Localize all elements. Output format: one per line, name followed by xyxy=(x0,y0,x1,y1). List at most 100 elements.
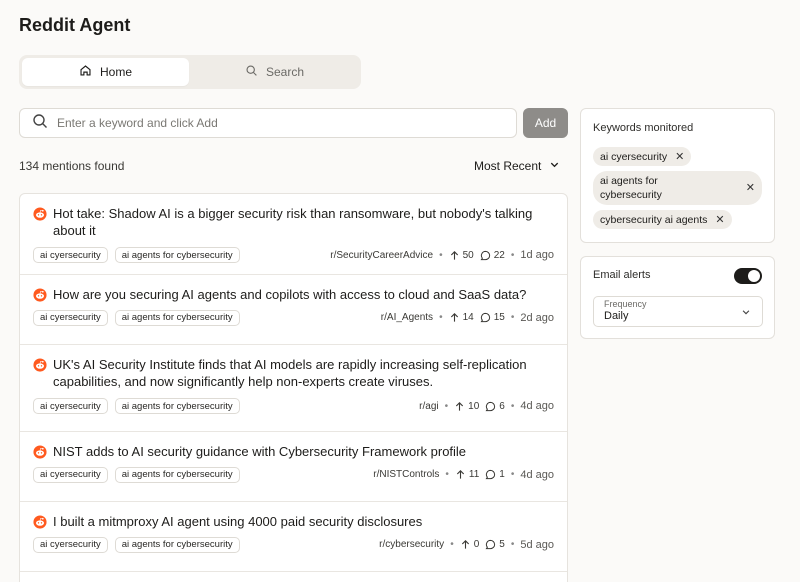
tab-home[interactable]: Home xyxy=(22,58,189,86)
post-header: UK's AI Security Institute finds that AI… xyxy=(33,345,554,390)
post-meta: ai cyersecurity ai agents for cybersecuri… xyxy=(33,309,554,326)
comment-icon xyxy=(480,250,491,261)
mentions-feed: Hot take: Shadow AI is a bigger security… xyxy=(19,193,568,582)
subreddit-link[interactable]: r/agi xyxy=(419,401,438,412)
post-stats: r/agi • 10 6 • 4d ago xyxy=(419,400,554,412)
close-icon[interactable]: ✕ xyxy=(715,213,724,226)
post-meta: ai cyersecurity ai agents for cybersecuri… xyxy=(33,536,554,553)
keyword-input[interactable] xyxy=(57,116,516,130)
keywords-panel: Keywords monitored ai cyersecurity ✕ ai … xyxy=(580,108,775,243)
separator-dot: • xyxy=(510,469,515,480)
comment-value: 15 xyxy=(493,312,505,323)
post-title[interactable]: UK's AI Security Institute finds that AI… xyxy=(53,357,554,390)
keyword-tag: ai cyersecurity xyxy=(33,536,108,553)
keyword-chip-label: ai cyersecurity xyxy=(600,150,668,163)
reddit-icon xyxy=(33,445,47,459)
comment-value: 22 xyxy=(493,249,505,261)
tab-home-label: Home xyxy=(99,65,132,79)
subreddit-link[interactable]: r/NISTControls xyxy=(373,469,439,480)
post-tags: ai cyersecurity ai agents for cybersecuri… xyxy=(33,398,240,414)
arrow-up-icon xyxy=(454,401,465,412)
post-item[interactable]: How are you securing AI agents and copil… xyxy=(20,275,567,345)
post-item[interactable]: NIST adds to AI security guidance with C… xyxy=(20,432,567,502)
keyword-tag: ai agents for cybersecurity xyxy=(114,398,240,414)
tab-search-label: Search xyxy=(265,65,305,79)
close-icon[interactable]: ✕ xyxy=(746,181,755,195)
reddit-icon xyxy=(33,207,47,221)
post-title[interactable]: NIST adds to AI security guidance with C… xyxy=(53,444,466,461)
subreddit-link[interactable]: r/AI_Agents xyxy=(381,312,433,323)
keyword-chip-label: cybersecurity ai agents xyxy=(600,213,708,226)
arrow-up-icon xyxy=(449,312,460,323)
upvote-count: 50 xyxy=(449,250,474,261)
upvote-value: 10 xyxy=(468,400,480,412)
add-keyword-button[interactable]: Add xyxy=(523,108,568,138)
post-item[interactable]: Hot take: Shadow AI is a bigger security… xyxy=(20,194,567,275)
chevron-down-icon xyxy=(549,159,560,173)
nav-tabs: Home Search xyxy=(19,55,361,89)
post-title[interactable]: I built a mitmproxy AI agent using 4000 … xyxy=(53,514,422,531)
post-header: How are you securing AI agents and copil… xyxy=(33,275,554,304)
separator-dot: • xyxy=(450,539,454,550)
keyword-tag: ai agents for cybersecurity xyxy=(114,466,240,483)
post-item[interactable]: I built a mitmproxy AI agent using 4000 … xyxy=(20,502,567,572)
keyword-tag: ai cyersecurity xyxy=(33,247,108,263)
comment-count: 5 xyxy=(485,539,505,550)
upvote-count: 10 xyxy=(454,401,479,412)
post-tags: ai cyersecurity ai agents for cybersecuri… xyxy=(33,247,240,263)
keyword-chip: ai cyersecurity ✕ xyxy=(593,147,692,166)
frequency-select[interactable]: Frequency Daily xyxy=(593,296,763,327)
keyword-tag: ai agents for cybersecurity xyxy=(114,247,240,263)
keyword-tag: ai agents for cybersecurity xyxy=(114,536,240,553)
comment-icon xyxy=(480,312,491,323)
keyword-tag: ai agents for cybersecurity xyxy=(114,309,240,326)
tab-search[interactable]: Search xyxy=(191,58,358,86)
post-meta: ai cyersecurity ai agents for cybersecuri… xyxy=(33,398,554,414)
mentions-count: 134 mentions found xyxy=(19,159,125,173)
post-header: Hot take: Shadow AI is a bigger security… xyxy=(33,206,554,239)
subreddit-link[interactable]: r/cybersecurity xyxy=(379,539,444,550)
separator-dot: • xyxy=(510,400,515,412)
keyword-chip-list: ai cyersecurity ✕ ai agents for cybersec… xyxy=(593,147,762,229)
post-title[interactable]: How are you securing AI agents and copil… xyxy=(53,287,526,304)
arrow-up-icon xyxy=(455,469,466,480)
comment-icon xyxy=(485,469,496,480)
frequency-label: Frequency xyxy=(604,299,647,309)
close-icon[interactable]: ✕ xyxy=(675,150,684,163)
keyword-tag: ai cyersecurity xyxy=(33,466,108,483)
email-alerts-toggle[interactable] xyxy=(734,268,762,284)
post-item[interactable]: UK's AI Security Institute finds that AI… xyxy=(20,345,567,432)
email-alerts-panel: Email alerts Frequency Daily xyxy=(580,256,775,339)
post-meta: ai cyersecurity ai agents for cybersecuri… xyxy=(33,247,554,263)
post-age: 2d ago xyxy=(520,311,554,324)
comment-count: 22 xyxy=(480,250,505,261)
post-title[interactable]: Hot take: Shadow AI is a bigger security… xyxy=(53,206,554,239)
keywords-panel-title: Keywords monitored xyxy=(593,122,694,134)
upvote-count: 11 xyxy=(455,469,479,480)
keyword-tag: ai cyersecurity xyxy=(33,309,108,326)
post-age: 4d ago xyxy=(520,400,554,412)
keyword-chip: cybersecurity ai agents ✕ xyxy=(593,210,732,229)
comment-value: 5 xyxy=(499,539,505,550)
subreddit-link[interactable]: r/SecurityCareerAdvice xyxy=(330,250,433,261)
post-age: 1d ago xyxy=(520,249,554,261)
post-header: I built a mitmproxy AI agent using 4000 … xyxy=(33,502,554,531)
separator-dot: • xyxy=(445,469,449,480)
sort-label: Most Recent xyxy=(474,159,542,173)
keyword-chip-label: ai agents for cybersecurity xyxy=(600,175,662,201)
app-title: Reddit Agent xyxy=(19,15,131,35)
post-age: 4d ago xyxy=(520,468,554,481)
frequency-value: Daily xyxy=(604,310,629,322)
separator-dot: • xyxy=(510,249,515,261)
post-stats: r/cybersecurity • 0 5 • 5d ago xyxy=(379,539,554,551)
reddit-icon xyxy=(33,358,47,372)
post-stats: r/SecurityCareerAdvice • 50 22 • 1d ago xyxy=(330,249,554,261)
keyword-input-box xyxy=(19,108,517,138)
arrow-up-icon xyxy=(449,250,460,261)
keyword-tag: ai cyersecurity xyxy=(33,398,108,414)
upvote-count: 0 xyxy=(460,539,480,550)
post-meta: ai cyersecurity ai agents for cybersecuri… xyxy=(33,466,554,483)
upvote-value: 14 xyxy=(462,312,474,323)
sort-dropdown[interactable]: Most Recent xyxy=(474,159,560,173)
upvote-value: 0 xyxy=(473,539,480,550)
